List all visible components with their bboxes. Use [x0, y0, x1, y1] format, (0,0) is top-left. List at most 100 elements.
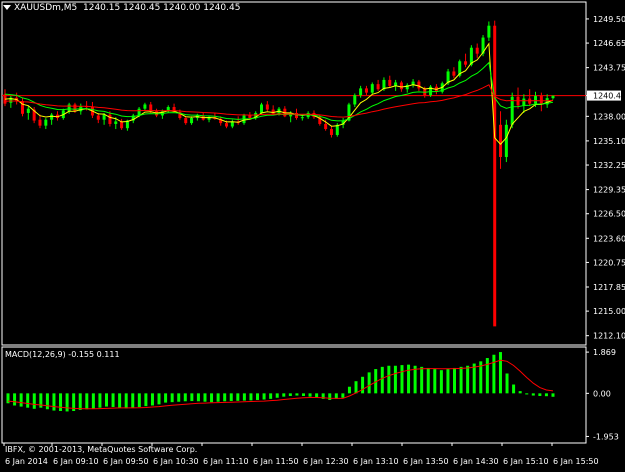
x-tick-label: 6 Jan 13:10	[353, 457, 399, 466]
macd-bar	[472, 363, 476, 394]
macd-bar	[118, 393, 122, 408]
candle[interactable]	[50, 112, 54, 125]
macd-bar	[439, 370, 443, 394]
macd-bar	[236, 393, 240, 401]
chevron-down-icon[interactable]	[3, 5, 11, 10]
macd-bar	[190, 393, 194, 402]
candle[interactable]	[429, 84, 433, 97]
macd-bar	[229, 393, 233, 402]
candle-body	[504, 124, 508, 157]
macd-bar	[242, 393, 246, 401]
macd-bar	[393, 365, 397, 394]
candle[interactable]	[522, 94, 526, 113]
candle-body	[388, 79, 392, 86]
candle[interactable]	[96, 112, 100, 124]
candle-body	[399, 82, 403, 90]
macd-bar	[124, 393, 128, 409]
macd-bar	[426, 367, 430, 394]
candle[interactable]	[9, 96, 13, 108]
candle[interactable]	[149, 101, 153, 113]
candle[interactable]	[329, 126, 333, 138]
macd-bar	[288, 393, 292, 396]
candle[interactable]	[20, 97, 24, 117]
candle[interactable]	[265, 101, 269, 112]
candle[interactable]	[399, 80, 403, 92]
candle[interactable]	[120, 118, 124, 130]
candle[interactable]	[184, 117, 188, 125]
macd-bar	[525, 393, 529, 395]
candle[interactable]	[475, 43, 479, 58]
candle[interactable]	[38, 114, 42, 129]
macd-bar	[380, 366, 384, 394]
candle-body	[73, 104, 77, 112]
macd-bar	[32, 393, 36, 409]
macd-bar	[301, 393, 305, 396]
candle[interactable]	[26, 106, 30, 120]
candle[interactable]	[370, 82, 374, 95]
macd-bar	[400, 365, 404, 394]
candle[interactable]	[452, 67, 456, 79]
candle-body	[67, 104, 71, 112]
macd-bar	[6, 393, 10, 404]
candle[interactable]	[493, 20, 497, 327]
macd-bar	[164, 393, 168, 403]
candle[interactable]	[487, 21, 491, 41]
candle-body	[464, 61, 468, 65]
candle[interactable]	[516, 87, 520, 109]
macd-bar	[65, 393, 69, 412]
y-tick-label: 1220.75	[593, 258, 625, 267]
candle-body	[452, 71, 456, 76]
macd-bar	[341, 393, 345, 398]
price-pane-frame	[1, 1, 587, 346]
x-tick-label: 6 Jan 12:30	[303, 457, 349, 466]
macd-bar	[26, 393, 30, 408]
macd-bar	[45, 393, 49, 410]
candle[interactable]	[353, 93, 357, 108]
candle[interactable]	[230, 119, 234, 129]
candle[interactable]	[551, 95, 555, 100]
candle-body	[493, 25, 497, 327]
y-tick-label: 1249.50	[593, 15, 625, 24]
candle[interactable]	[3, 89, 7, 107]
candle[interactable]	[15, 92, 19, 105]
candle[interactable]	[411, 79, 415, 88]
trading-chart[interactable]: 1249.50 1246.65 1243.75 1240.45 1238.00 1235.…	[0, 0, 625, 469]
candle[interactable]	[260, 102, 264, 114]
candle-body	[50, 114, 54, 120]
candle[interactable]	[388, 75, 392, 88]
candle[interactable]	[143, 102, 147, 111]
macd-bar	[150, 393, 154, 406]
macd-bar	[453, 367, 457, 394]
macd-bar	[282, 393, 286, 397]
candle-body	[353, 95, 357, 105]
candle[interactable]	[44, 118, 48, 130]
macd-bar	[170, 393, 174, 403]
candle-body	[108, 114, 112, 124]
candle[interactable]	[166, 105, 170, 113]
macd-bar	[85, 393, 89, 410]
macd-bar	[177, 393, 181, 402]
candle[interactable]	[528, 89, 532, 107]
candle[interactable]	[504, 119, 508, 163]
candle[interactable]	[376, 79, 380, 91]
macd-bar	[262, 393, 266, 400]
macd-bar	[52, 393, 56, 411]
candle-body	[359, 88, 363, 96]
candle[interactable]	[499, 111, 503, 169]
macd-bar	[216, 393, 220, 402]
candle[interactable]	[236, 116, 240, 125]
macd-bar	[210, 393, 214, 403]
symbol-label: XAUUSDm,M5	[14, 3, 78, 13]
x-tick-label: 6 Jan 14:30	[453, 457, 499, 466]
candle[interactable]	[405, 83, 409, 93]
macd-bar	[512, 384, 516, 394]
candle[interactable]	[283, 106, 287, 118]
macd-bar	[275, 393, 279, 398]
candle-body	[137, 108, 141, 116]
candle[interactable]	[190, 116, 194, 125]
ohlc-label: 1240.15 1240.45 1240.00 1240.45	[83, 3, 241, 13]
candle[interactable]	[464, 53, 468, 68]
macd-bar	[131, 393, 135, 408]
candle[interactable]	[201, 112, 205, 121]
candle[interactable]	[364, 85, 368, 96]
